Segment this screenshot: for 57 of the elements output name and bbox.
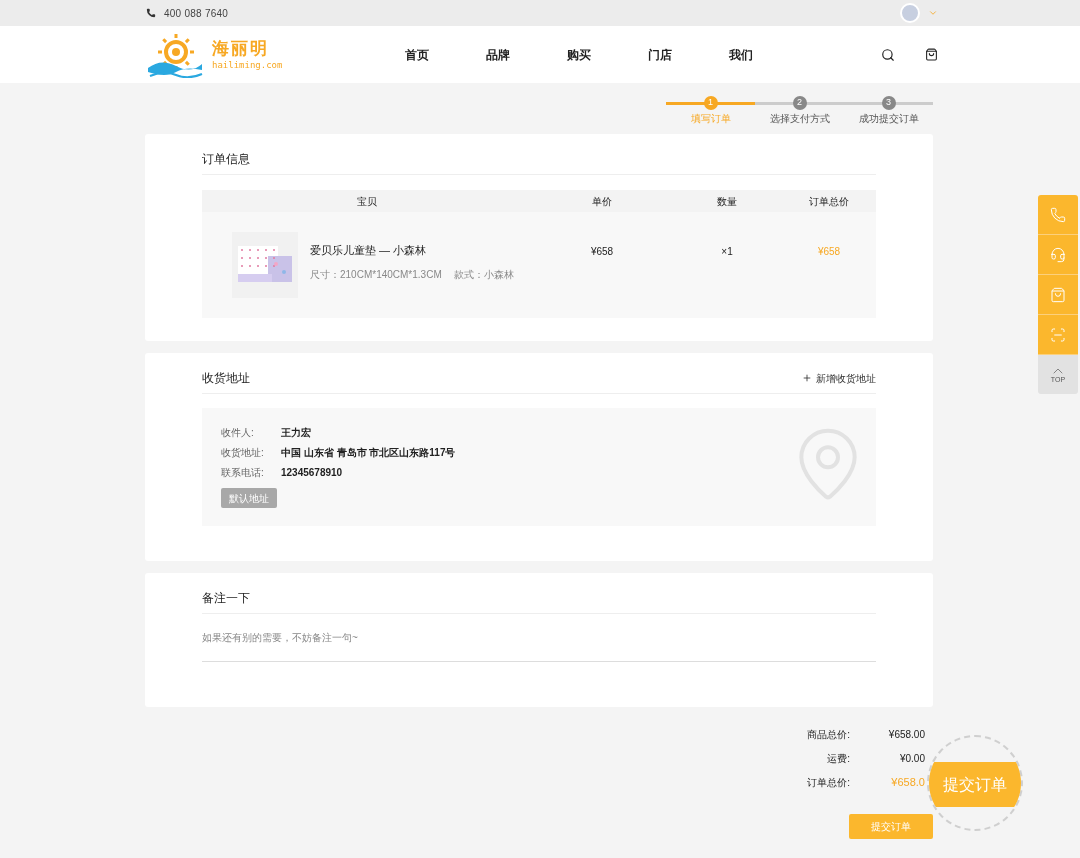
total-value: ¥0.00 xyxy=(898,751,925,766)
total-label: 运费: xyxy=(826,751,850,766)
avatar[interactable] xyxy=(900,3,920,23)
product-style: 款式：小森林 xyxy=(453,267,514,282)
side-tool-button[interactable] xyxy=(1038,275,1078,315)
column-header: 单价 xyxy=(591,194,613,209)
nav-link[interactable]: 我们 xyxy=(700,45,781,64)
phone-icon xyxy=(146,8,156,18)
search-icon[interactable] xyxy=(881,47,895,62)
add-address-link[interactable]: 新增收货地址 xyxy=(802,370,876,386)
step-number: 2 xyxy=(792,96,807,110)
logo-text: 海丽明 xyxy=(212,39,270,57)
side-tool-button[interactable] xyxy=(1038,195,1078,235)
caret-icon[interactable] xyxy=(928,8,938,18)
total-value: ¥658.0 xyxy=(890,774,925,790)
item-total: ¥658 xyxy=(816,245,842,259)
logo-domain: hailiming.com xyxy=(212,60,283,70)
step-label: 选择支付方式 xyxy=(769,112,830,126)
section-title: 订单信息 xyxy=(202,150,876,175)
total-value: ¥658.00 xyxy=(887,727,925,742)
field-label: 收货地址: xyxy=(221,445,265,460)
field-value: 12345678910 xyxy=(281,465,343,480)
field-label: 收件人: xyxy=(221,425,255,440)
side-tool-button[interactable] xyxy=(1038,235,1078,275)
bag-icon xyxy=(1050,286,1066,303)
total-label: 商品总价: xyxy=(806,727,850,742)
plus-icon xyxy=(802,373,812,383)
field-label: 联系电话: xyxy=(221,465,265,480)
step-label: 成功提交订单 xyxy=(858,112,919,126)
bag-icon[interactable] xyxy=(925,48,938,61)
total-label: 订单总价: xyxy=(806,775,850,790)
note-input[interactable]: 如果还有别的需要，不妨备注一句~ xyxy=(202,630,876,645)
quantity: ×1 xyxy=(720,245,734,259)
nav-link[interactable]: 品牌 xyxy=(457,45,538,64)
section-title: 备注一下 xyxy=(202,589,876,614)
field-value: 王力宏 xyxy=(281,425,311,440)
note-field[interactable]: 如果还有别的需要，不妨备注一句~ xyxy=(202,614,876,662)
nav-link[interactable]: 购买 xyxy=(538,45,619,64)
product-size: 尺寸：210CM*140CM*1.3CM xyxy=(310,267,442,282)
column-header: 数量 xyxy=(716,194,738,209)
product-name: 爱贝乐儿童垫 — 小森林 xyxy=(310,243,428,258)
step-number: 3 xyxy=(881,96,896,110)
column-header: 订单总价 xyxy=(808,194,850,209)
side-tool-button[interactable] xyxy=(1038,315,1078,355)
magnified-label: 提交订单 xyxy=(943,774,1007,795)
phone-number: 400 088 7640 xyxy=(164,6,229,21)
step-number: 1 xyxy=(703,96,718,110)
step-label: 填写订单 xyxy=(690,112,731,126)
nav-link[interactable]: 门店 xyxy=(619,45,700,64)
unit-price: ¥658 xyxy=(589,245,615,259)
phone-icon xyxy=(1050,206,1066,223)
nav-link[interactable]: 首页 xyxy=(376,45,457,64)
column-header: 宝贝 xyxy=(356,194,378,209)
headset-icon xyxy=(1050,246,1066,263)
field-value: 中国 山东省 青岛市 市北区山东路117号 xyxy=(281,445,456,460)
logo-icon xyxy=(146,31,204,78)
section-title: 收货地址 xyxy=(202,370,250,387)
